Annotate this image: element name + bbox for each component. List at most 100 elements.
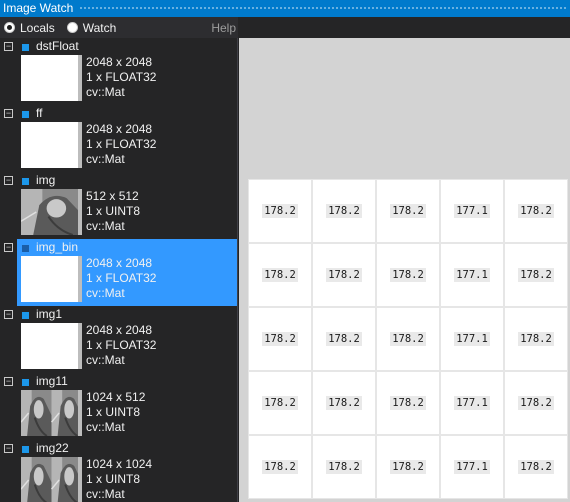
radio-selected-icon[interactable] [4,22,15,33]
pixel-value: 178.2 [390,396,426,410]
pixel-value: 178.2 [518,204,554,218]
variable-item-body[interactable]: img 512 x 512 1 x UINT8 cv::Mat [17,172,237,239]
pixel-cell[interactable]: 178.2 [248,435,312,499]
collapse-icon[interactable]: − [4,377,13,386]
pixel-cell[interactable]: 178.2 [312,371,376,435]
variable-item-body[interactable]: img_bin 2048 x 2048 1 x FLOAT32 cv::Mat [17,239,237,306]
pixel-cell[interactable]: 177.1 [440,371,504,435]
image-thumbnail[interactable] [21,256,82,302]
collapse-icon[interactable]: − [4,444,13,453]
pixel-value: 178.2 [518,396,554,410]
pixel-cell[interactable]: 177.1 [440,307,504,371]
title-bar: Image Watch [0,0,570,17]
pixel-cell[interactable]: 178.2 [504,435,568,499]
radio-unselected-icon[interactable] [66,22,78,33]
pixel-grid: 178.2 178.2 178.2 177.1 178.2 178.2 178.2 178.2… [248,179,568,499]
image-format: 1 x UINT8 [86,204,141,218]
variable-item-img[interactable]: img 512 x 512 1 x UINT8 cv::Mat − [0,172,237,239]
pixel-cell[interactable]: 178.2 [376,371,440,435]
pixel-value: 178.2 [262,268,298,282]
pixel-cell[interactable]: 177.1 [440,243,504,307]
pixel-value: 178.2 [518,332,554,346]
pixel-value: 177.1 [454,268,490,282]
pixel-cell[interactable]: 178.2 [312,179,376,243]
collapse-icon[interactable]: − [4,109,13,118]
pixel-value: 177.1 [454,204,490,218]
variable-name: dstFloat [36,39,79,53]
pixel-cell[interactable]: 177.1 [440,435,504,499]
locals-label: Locals [20,20,55,35]
image-type: cv::Mat [86,420,125,434]
variable-name: img1 [36,307,63,321]
pixel-cell[interactable]: 178.2 [504,371,568,435]
pixel-cell[interactable]: 178.2 [376,179,440,243]
pixel-cell[interactable]: 178.2 [504,307,568,371]
image-type: cv::Mat [86,219,125,233]
pixel-cell[interactable]: 178.2 [504,179,568,243]
image-thumbnail[interactable] [21,457,82,502]
pixel-cell[interactable]: 178.2 [504,243,568,307]
image-format: 1 x FLOAT32 [86,70,157,84]
pixel-value: 178.2 [326,204,362,218]
pixel-cell[interactable]: 178.2 [312,243,376,307]
pixel-value: 178.2 [390,460,426,474]
image-thumbnail[interactable] [21,323,82,369]
image-thumbnail[interactable] [21,390,82,436]
variable-item-img1[interactable]: img1 2048 x 2048 1 x FLOAT32 cv::Mat − [0,306,237,373]
variable-icon [22,44,29,51]
pixel-cell[interactable]: 178.2 [248,307,312,371]
pixel-value: 178.2 [326,268,362,282]
pixel-value: 178.2 [262,204,298,218]
pixel-value: 178.2 [326,396,362,410]
pixel-value: 177.1 [454,460,490,474]
collapse-icon[interactable]: − [4,243,13,252]
pixel-value: 178.2 [326,460,362,474]
image-format: 1 x UINT8 [86,405,141,419]
pixel-cell[interactable]: 178.2 [376,435,440,499]
pixel-cell[interactable]: 178.2 [248,371,312,435]
image-thumbnail[interactable] [21,122,82,168]
variable-item-body[interactable]: img11 1024 x 512 1 x UINT8 cv::Mat [17,373,237,440]
variable-item-dstFloat[interactable]: dstFloat 2048 x 2048 1 x FLOAT32 cv::Mat… [0,38,237,105]
pixel-value: 178.2 [326,332,362,346]
image-thumbnail[interactable] [21,189,82,235]
variable-icon [22,379,29,386]
variable-icon [22,446,29,453]
watch-radio[interactable]: Watch [66,21,116,35]
pixel-value: 178.2 [390,204,426,218]
pixel-cell[interactable]: 178.2 [376,307,440,371]
pixel-value: 178.2 [518,460,554,474]
variable-item-img22[interactable]: img22 1024 x 1024 1 x UINT8 cv::Mat − [0,440,237,502]
variable-name: img22 [36,441,69,455]
image-size: 1024 x 1024 [86,457,153,471]
pixel-cell[interactable]: 178.2 [248,243,312,307]
variable-name: img_bin [36,240,79,254]
drag-grip[interactable] [79,6,566,11]
variable-item-img_bin[interactable]: img_bin 2048 x 2048 1 x FLOAT32 cv::Mat … [0,239,237,306]
help-link[interactable]: Help [206,21,236,35]
variable-item-img11[interactable]: img11 1024 x 512 1 x UINT8 cv::Mat − [0,373,237,440]
variable-icon [22,245,29,252]
pixel-value: 177.1 [454,332,490,346]
variable-item-body[interactable]: ff 2048 x 2048 1 x FLOAT32 cv::Mat [17,105,237,172]
pixel-cell[interactable]: 177.1 [440,179,504,243]
image-viewer[interactable]: 178.2 178.2 178.2 177.1 178.2 178.2 178.2 178.2… [239,38,570,502]
image-thumbnail[interactable] [21,55,82,101]
variable-item-body[interactable]: img1 2048 x 2048 1 x FLOAT32 cv::Mat [17,306,237,373]
pixel-cell[interactable]: 178.2 [312,307,376,371]
collapse-icon[interactable]: − [4,42,13,51]
collapse-icon[interactable]: − [4,310,13,319]
collapse-icon[interactable]: − [4,176,13,185]
image-type: cv::Mat [86,85,125,99]
variable-item-body[interactable]: dstFloat 2048 x 2048 1 x FLOAT32 cv::Mat [17,38,237,105]
variable-item-ff[interactable]: ff 2048 x 2048 1 x FLOAT32 cv::Mat − [0,105,237,172]
pixel-value: 178.2 [262,396,298,410]
locals-radio[interactable]: Locals [4,21,55,35]
image-format: 1 x FLOAT32 [86,137,157,151]
image-type: cv::Mat [86,286,125,300]
pixel-cell[interactable]: 178.2 [248,179,312,243]
pixel-cell[interactable]: 178.2 [376,243,440,307]
variable-item-body[interactable]: img22 1024 x 1024 1 x UINT8 cv::Mat [17,440,237,502]
pixel-cell[interactable]: 178.2 [312,435,376,499]
pixel-value: 178.2 [390,332,426,346]
